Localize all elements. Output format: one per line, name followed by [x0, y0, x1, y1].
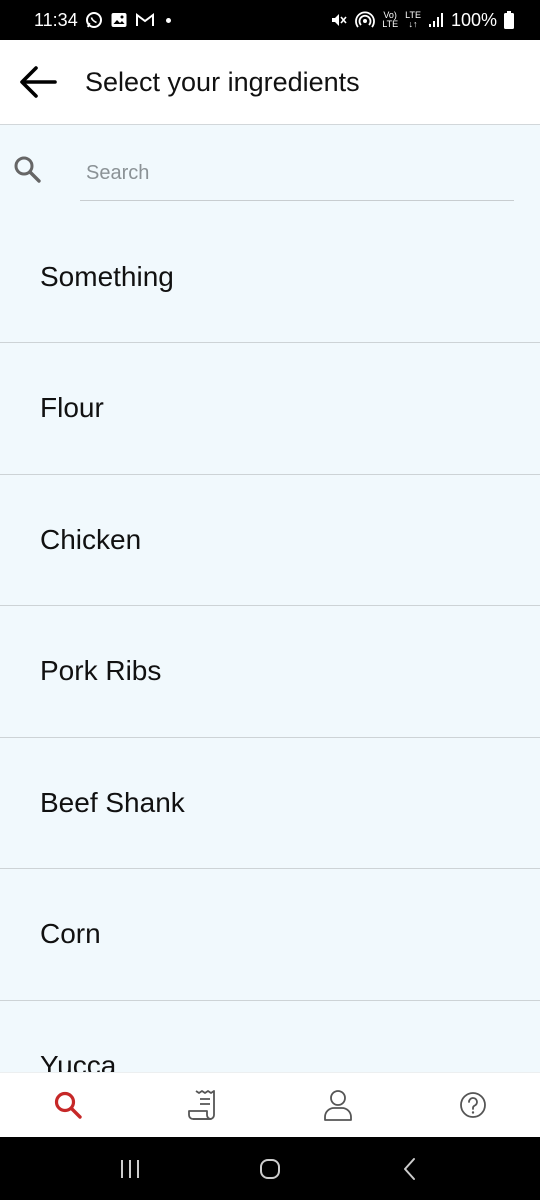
- volte-indicator: Vo) LTE: [382, 11, 398, 29]
- notification-dot-icon: [165, 17, 171, 23]
- list-item[interactable]: Something: [0, 212, 540, 343]
- lte-label-1: LTE: [382, 19, 399, 29]
- search-icon: [54, 1091, 82, 1119]
- status-time: 11:34: [34, 9, 78, 30]
- status-bar: 11:34 Vo) LTE LTE ↓↑ 100%: [0, 0, 540, 40]
- list-item[interactable]: Yucca: [0, 1001, 540, 1072]
- gallery-icon: [110, 11, 128, 29]
- nav-help-button[interactable]: [443, 1075, 503, 1135]
- list-item[interactable]: Corn: [0, 869, 540, 1001]
- list-item-label: Flour: [40, 392, 104, 424]
- nav-recipes-button[interactable]: [173, 1075, 233, 1135]
- lte-label-2: LTE: [405, 10, 421, 20]
- list-item[interactable]: Flour: [0, 343, 540, 475]
- back-icon: [404, 1157, 415, 1180]
- list-item[interactable]: Chicken: [0, 475, 540, 606]
- profile-icon: [323, 1090, 352, 1121]
- home-button[interactable]: [240, 1144, 300, 1194]
- whatsapp-icon: [85, 11, 103, 29]
- hotspot-icon: [355, 11, 376, 29]
- list-item-label: Yucca: [40, 1049, 117, 1072]
- bottom-nav: [0, 1072, 540, 1137]
- battery-percent: 100%: [450, 9, 497, 30]
- back-button[interactable]: [18, 62, 58, 102]
- search-input[interactable]: [80, 146, 514, 201]
- list-item-label: Corn: [40, 918, 101, 950]
- page-title: Select your ingredients: [85, 66, 360, 97]
- recents-button[interactable]: [100, 1144, 160, 1194]
- list-item-label: Chicken: [40, 523, 142, 555]
- mute-icon: [330, 11, 348, 29]
- signal-icon: [428, 12, 444, 28]
- system-back-button[interactable]: [380, 1144, 440, 1194]
- search-icon: [12, 154, 42, 184]
- home-icon: [260, 1158, 280, 1179]
- list-item-label: Something: [40, 261, 174, 292]
- nav-search-button[interactable]: [38, 1075, 98, 1135]
- battery-icon: [504, 11, 514, 29]
- list-item-label: Beef Shank: [40, 786, 185, 818]
- receipt-icon: [187, 1090, 215, 1120]
- list-item[interactable]: Beef Shank: [0, 738, 540, 869]
- nav-profile-button[interactable]: [308, 1075, 368, 1135]
- gmail-icon: [135, 12, 155, 28]
- system-nav-bar: [0, 1137, 540, 1200]
- help-icon: [459, 1092, 486, 1118]
- list-item[interactable]: Pork Ribs: [0, 606, 540, 738]
- status-bar-right: Vo) LTE LTE ↓↑ 100%: [330, 10, 514, 31]
- arrow-left-icon: [20, 66, 57, 98]
- recents-icon: [121, 1159, 139, 1178]
- app-bar: Select your ingredients: [0, 40, 540, 125]
- search-bar: [0, 126, 540, 206]
- ingredient-list: Something Flour Chicken Pork Ribs Beef S…: [0, 212, 540, 1072]
- list-item-label: Pork Ribs: [40, 655, 162, 687]
- status-bar-left: 11:34: [34, 10, 171, 31]
- lte-indicator: LTE ↓↑: [405, 10, 421, 29]
